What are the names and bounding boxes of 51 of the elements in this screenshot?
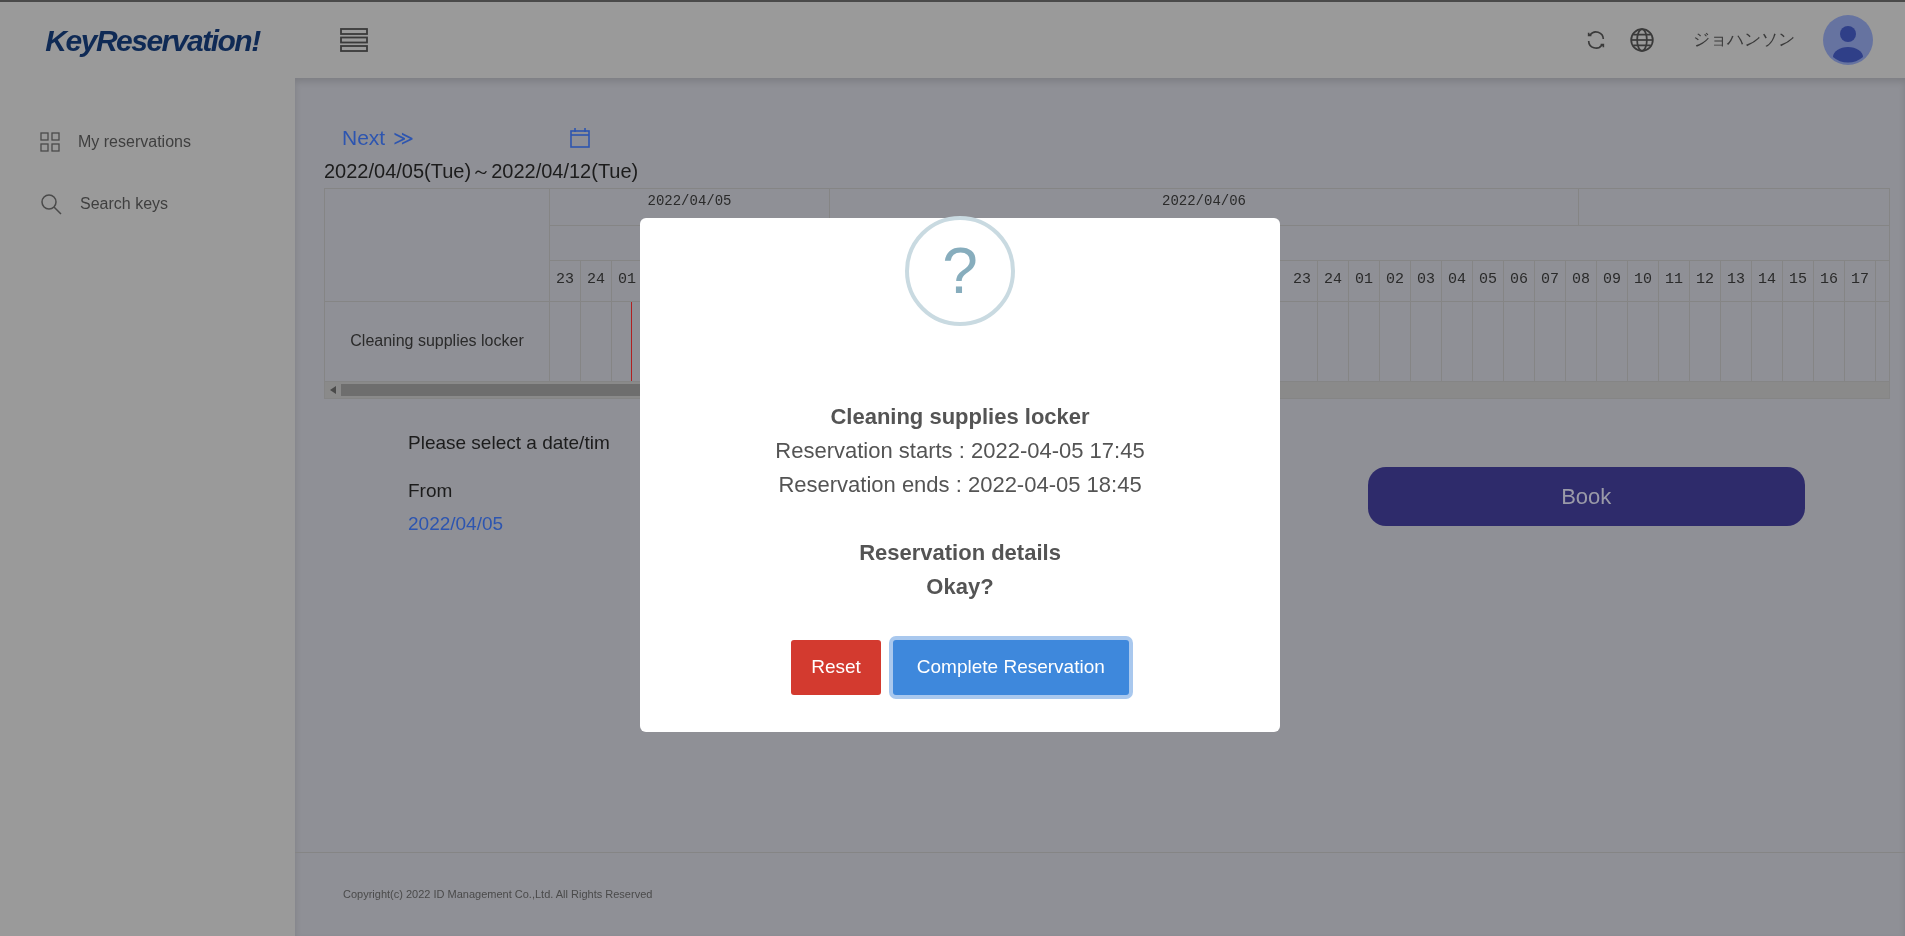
search-icon xyxy=(40,193,62,215)
user-name[interactable]: ジョハンソン xyxy=(1693,27,1795,53)
refresh-icon[interactable] xyxy=(1585,29,1607,51)
dialog-title: Cleaning supplies locker xyxy=(830,403,1090,431)
hour-label: 15 xyxy=(1789,270,1807,291)
date-range: 2022/04/05(Tue)～2022/04/12(Tue) xyxy=(324,158,640,184)
copyright-text: Copyright(c) 2022 ID Management Co.,Ltd. All Rights Reserved xyxy=(343,887,653,903)
hour-label: 24 xyxy=(1324,270,1342,291)
question-icon: ? xyxy=(905,216,1015,326)
hour-label: 06 xyxy=(1510,270,1528,291)
book-button[interactable]: Book xyxy=(1367,466,1805,526)
hour-label: 01 xyxy=(618,270,636,291)
hour-label: 10 xyxy=(1634,270,1652,291)
date-header: 2022/04/05 xyxy=(647,193,732,208)
avatar-icon[interactable] xyxy=(1823,15,1873,65)
scroll-left-icon[interactable] xyxy=(330,385,336,394)
hour-label: 16 xyxy=(1820,270,1838,291)
hour-label: 09 xyxy=(1603,270,1621,291)
hour-label: 08 xyxy=(1572,270,1590,291)
dialog-text: Reservation ends : 2022-04-05 18:45 xyxy=(778,471,1142,499)
dialog-subtitle: Reservation details xyxy=(859,539,1061,567)
dialog-text: Reservation starts : 2022-04-05 17:45 xyxy=(775,437,1145,465)
dialog-question: Okay? xyxy=(926,573,994,601)
hour-label: 04 xyxy=(1448,270,1466,291)
from-label: From xyxy=(408,479,454,503)
next-link[interactable]: Next ≫ xyxy=(342,122,415,154)
row-label: Cleaning supplies locker xyxy=(350,331,524,351)
globe-icon[interactable] xyxy=(1629,27,1655,53)
menu-icon[interactable] xyxy=(340,28,368,52)
hour-label: 24 xyxy=(587,270,605,291)
hour-label: 13 xyxy=(1727,270,1745,291)
sidebar-item[interactable]: Search keys xyxy=(80,192,169,216)
hour-label: 23 xyxy=(1293,270,1311,291)
hour-label: 17 xyxy=(1851,270,1869,291)
sidebar-item[interactable]: My reservations xyxy=(78,130,191,154)
calendar-icon[interactable] xyxy=(569,126,592,149)
hour-label: 03 xyxy=(1417,270,1435,291)
hour-label: 05 xyxy=(1479,270,1497,291)
reset-button[interactable]: Reset xyxy=(791,640,881,695)
from-date-link[interactable]: 2022/04/05 xyxy=(408,509,610,538)
hour-label: 07 xyxy=(1541,270,1559,291)
hour-label: 12 xyxy=(1696,270,1714,291)
instruction-text: Please select a date/tim xyxy=(408,430,610,455)
logo[interactable]: KeyReservation! xyxy=(45,17,260,63)
hour-label: 01 xyxy=(1355,270,1373,291)
hour-label: 11 xyxy=(1665,270,1683,291)
date-header: 2022/04/06 xyxy=(1162,193,1246,208)
grid-icon xyxy=(40,132,60,152)
hour-label: 02 xyxy=(1386,270,1404,291)
hour-label: 23 xyxy=(556,270,574,291)
hour-label: 14 xyxy=(1758,270,1776,291)
